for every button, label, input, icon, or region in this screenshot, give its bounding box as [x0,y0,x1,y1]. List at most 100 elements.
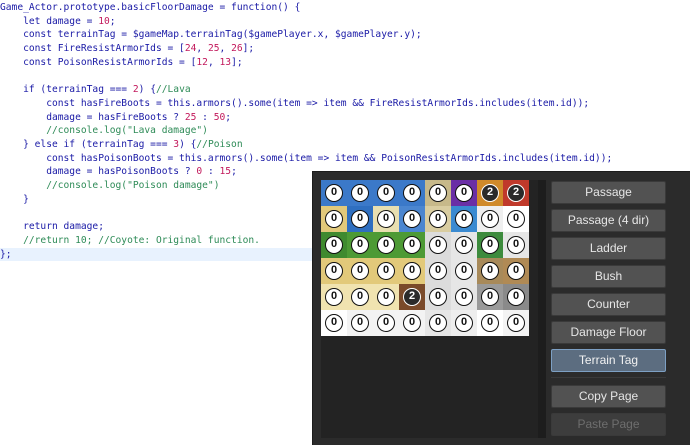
terrain-tag-badge: 0 [429,262,447,280]
tile-cell[interactable]: 0 [477,284,503,310]
tile-cell[interactable]: 0 [373,206,399,232]
tile-cell[interactable]: 0 [399,310,425,336]
tile-cell[interactable]: 0 [503,258,529,284]
tile-cell[interactable]: 0 [373,310,399,336]
tile-cell[interactable]: 0 [477,232,503,258]
terrain-tag-badge: 0 [429,314,447,332]
code-token: const PoisonResistArmorIds = [ [0,56,197,68]
code-token: , [207,56,220,68]
code-token: } else if (terrainTag === [0,139,174,150]
terrain-tag-badge: 0 [455,262,473,280]
tile-cell[interactable]: 0 [373,258,399,284]
tile-cell[interactable]: 0 [347,284,373,310]
code-token: Game_Actor.prototype.basicFloorDamage = … [0,2,301,13]
tile-cell[interactable]: 0 [347,206,373,232]
tile-cell[interactable]: 2 [399,284,425,310]
tile-cell[interactable]: 2 [503,180,529,206]
code-token: ; [109,15,116,27]
code-token: const FireResistArmorIds = [ [0,43,185,55]
tile-cell[interactable]: 0 [321,206,347,232]
terrain-tag-badge: 0 [325,262,343,280]
tile-cell[interactable]: 0 [321,284,347,310]
tile-cell[interactable]: 0 [347,232,373,258]
terrain-tag-button[interactable]: Terrain Tag [551,349,666,372]
paste-page-button: Paste Page [551,413,666,436]
code-comment: //Lava [155,84,191,96]
code-number: 13 [219,56,232,68]
ladder-button[interactable]: Ladder [551,237,666,260]
tile-cell[interactable]: 0 [477,310,503,336]
tileset-scrollbar[interactable] [538,180,546,438]
tile-cell[interactable]: 0 [503,310,529,336]
tile-cell[interactable]: 0 [347,310,373,336]
tile-cell[interactable]: 0 [503,232,529,258]
tileset-viewport[interactable]: 0000002200000000000000000000000000020000… [321,180,546,438]
tile-cell[interactable]: 0 [399,258,425,284]
tile-cell[interactable]: 0 [373,232,399,258]
tile-cell[interactable]: 0 [477,206,503,232]
tile-cell[interactable]: 0 [321,180,347,206]
code-token: const hasPoisonBoots = this.armors().som… [0,152,613,164]
terrain-tag-badge: 0 [377,210,395,228]
terrain-tag-badge: 0 [507,288,525,306]
terrain-tag-badge: 0 [325,236,343,254]
tile-cell[interactable]: 0 [503,284,529,310]
tile-cell[interactable]: 0 [321,258,347,284]
terrain-tag-badge: 0 [325,314,343,332]
terrain-tag-badge: 0 [481,236,499,254]
tile-cell[interactable]: 0 [425,232,451,258]
tile-cell[interactable]: 0 [425,180,451,206]
terrain-tag-badge: 0 [351,262,369,280]
tile-cell[interactable]: 0 [425,206,451,232]
tile-cell[interactable]: 2 [477,180,503,206]
button-divider [551,377,666,378]
code-comment: //return 10; //Coyote: Original function… [0,234,260,246]
code-token: const terrainTag = $gameMap.terrainTag($… [0,29,422,41]
terrain-tag-badge: 0 [351,184,369,202]
terrain-tag-badge: 0 [429,288,447,306]
terrain-tag-badge: 0 [377,184,395,202]
tile-cell[interactable]: 0 [425,310,451,336]
tile-cell[interactable]: 0 [425,284,451,310]
tile-cell[interactable]: 0 [347,180,373,206]
code-number: 24 [184,43,197,55]
terrain-tag-badge: 0 [455,184,473,202]
terrain-tag-badge: 0 [351,288,369,306]
tile-cell[interactable]: 0 [373,180,399,206]
tile-cell[interactable]: 0 [347,258,373,284]
tile-cell[interactable]: 0 [399,206,425,232]
tile-cell[interactable]: 0 [451,284,477,310]
damage-floor-button[interactable]: Damage Floor [551,321,666,344]
tile-cell[interactable]: 0 [399,232,425,258]
tileset-grid[interactable]: 0000002200000000000000000000000000020000… [321,180,529,336]
terrain-tag-badge: 0 [377,236,395,254]
terrain-tag-badge: 0 [403,314,421,332]
tile-cell[interactable]: 0 [373,284,399,310]
passage-4dir-button[interactable]: Passage (4 dir) [551,209,666,232]
tile-cell[interactable]: 0 [399,180,425,206]
bush-button[interactable]: Bush [551,265,666,288]
terrain-tag-badge: 0 [455,236,473,254]
copy-page-button[interactable]: Copy Page [551,385,666,408]
terrain-tag-badge: 0 [325,210,343,228]
terrain-tag-badge: 0 [377,288,395,306]
passage-button[interactable]: Passage [551,181,666,204]
tile-cell[interactable]: 0 [425,258,451,284]
terrain-tag-badge: 0 [481,262,499,280]
code-comment: //Poison [196,139,243,150]
code-token: damage = hasPoisonBoots ? [0,166,197,178]
tile-cell[interactable]: 0 [451,258,477,284]
counter-button[interactable]: Counter [551,293,666,316]
terrain-tag-badge: 0 [429,236,447,254]
tile-cell[interactable]: 0 [451,180,477,206]
tile-cell[interactable]: 0 [321,232,347,258]
terrain-tag-badge: 0 [351,210,369,228]
tile-cell[interactable]: 0 [477,258,503,284]
tile-cell[interactable]: 0 [451,232,477,258]
tile-cell[interactable]: 0 [451,310,477,336]
code-token: if (terrainTag === [0,84,133,96]
tile-cell[interactable]: 0 [503,206,529,232]
tile-cell[interactable]: 0 [321,310,347,336]
terrain-tag-badge: 0 [455,288,473,306]
tile-cell[interactable]: 0 [451,206,477,232]
